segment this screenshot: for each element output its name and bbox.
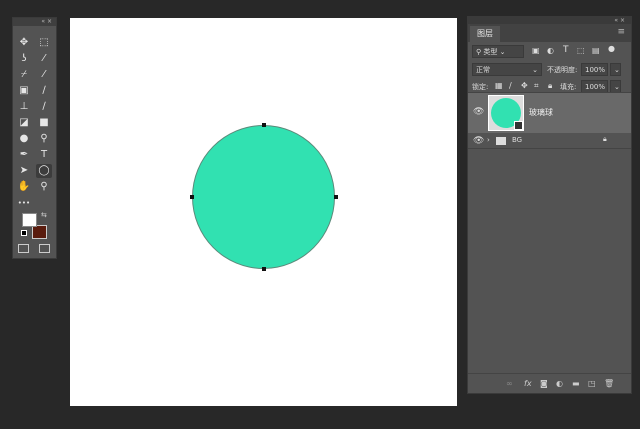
layers-bottom-bar: ∞ fx ◙ ◐ ▬ ◳ 🗑︎ xyxy=(468,373,631,393)
filter-smart-object-icon[interactable]: ▤ xyxy=(592,46,600,55)
filter-pixel-icon[interactable]: ▣ xyxy=(532,46,540,55)
default-colors-icon[interactable] xyxy=(21,230,27,236)
quick-mask-icon[interactable] xyxy=(18,244,29,253)
filter-toggle-icon[interactable]: ● xyxy=(608,44,615,53)
lock-artboard-icon[interactable]: ⌗ xyxy=(534,81,539,91)
foreground-color-swatch[interactable] xyxy=(22,213,37,227)
hand-tool[interactable]: ✋ xyxy=(16,180,32,194)
crop-tool[interactable]: ⌿ xyxy=(16,68,32,82)
eyedropper-tool[interactable]: ⁄ xyxy=(36,68,52,82)
type-tool[interactable]: T xyxy=(36,148,52,162)
move-tool[interactable]: ✥ xyxy=(16,36,32,50)
fx-icon[interactable]: fx xyxy=(524,379,532,388)
opacity-label: 不透明度: xyxy=(547,66,578,74)
filter-shape-icon[interactable]: ⬚ xyxy=(577,46,585,55)
anchor-point-top[interactable] xyxy=(262,123,266,127)
lock-position-icon[interactable]: ✥ xyxy=(521,81,528,90)
magic-wand-tool[interactable]: ⁄ xyxy=(36,52,52,66)
blend-mode-select[interactable]: 正常 ⌄ xyxy=(472,63,542,76)
mask-icon[interactable]: ◙ xyxy=(540,379,548,388)
marquee-tool[interactable]: ⬚ xyxy=(36,36,52,50)
lock-image-icon[interactable]: ∕ xyxy=(509,81,512,90)
brush-tool[interactable]: ∕ xyxy=(36,84,52,98)
layer-row[interactable]: 👁︎ › BG 🔒︎ xyxy=(468,133,631,149)
lock-label: 锁定: xyxy=(472,83,489,91)
lasso-tool[interactable]: ʖ xyxy=(16,52,32,66)
opacity-dropdown[interactable]: ⌄ xyxy=(610,63,621,76)
layers-panel: « × 图层 ≡ ⚲ 类型 ⌄ ▣ ◐ T ⬚ ▤ ● 正常 ⌄ 不透明度: 10… xyxy=(467,16,632,394)
ellipse-shape[interactable] xyxy=(192,125,335,269)
tools-panel-header[interactable]: « × xyxy=(13,18,56,26)
gradient-tool[interactable]: ■ xyxy=(36,116,52,130)
screen-mode-icon[interactable] xyxy=(39,244,50,253)
more-tools[interactable]: ••• xyxy=(16,196,32,210)
layer-thumbnail xyxy=(488,95,524,131)
lock-transparent-icon[interactable]: ▦ xyxy=(495,81,503,90)
blend-mode-value: 正常 xyxy=(476,66,490,74)
visibility-eye-icon[interactable]: 👁︎ xyxy=(473,107,484,117)
background-color-swatch[interactable] xyxy=(32,225,47,239)
visibility-eye-icon[interactable]: 👁︎ xyxy=(473,136,484,146)
tools-panel: « × ✥ ⬚ ʖ ⁄ ⌿ ⁄ ▣ ∕ ⊥ ∕ ◪ ■ ● ⚲ ✒ T ➤ ◯ ✋ ⚲ ••• ⇆ xyxy=(12,17,57,259)
tab-layers[interactable]: 图层 xyxy=(470,26,500,42)
layer-name[interactable]: BG xyxy=(512,136,522,144)
filter-adjustment-icon[interactable]: ◐ xyxy=(547,46,554,55)
zoom-tool[interactable]: ⚲ xyxy=(36,180,52,194)
stamp-tool[interactable]: ⊥ xyxy=(16,100,32,114)
healing-tool[interactable]: ▣ xyxy=(16,84,32,98)
folder-icon[interactable]: ▬ xyxy=(572,379,580,388)
adjustment-icon[interactable]: ◐ xyxy=(556,379,563,388)
folder-icon xyxy=(496,137,506,145)
layer-row[interactable]: 👁︎ 玻璃球 xyxy=(468,93,631,133)
shape-layer-badge-icon xyxy=(514,121,523,130)
path-selection-tool[interactable]: ➤ xyxy=(16,164,32,178)
opacity-input[interactable]: 100% xyxy=(581,63,608,76)
anchor-point-right[interactable] xyxy=(334,195,338,199)
expand-chevron-icon[interactable]: › xyxy=(487,136,490,144)
filter-kind-value: 类型 xyxy=(483,48,498,56)
pen-tool[interactable]: ✒ xyxy=(16,148,32,162)
history-brush-tool[interactable]: ∕ xyxy=(36,100,52,114)
dodge-tool[interactable]: ⚲ xyxy=(36,132,52,146)
layer-lock-icon: 🔒︎ xyxy=(603,135,607,143)
anchor-point-bottom[interactable] xyxy=(262,267,266,271)
swap-colors-icon[interactable]: ⇆ xyxy=(41,211,47,219)
panel-header[interactable]: « × xyxy=(468,17,631,24)
eraser-tool[interactable]: ◪ xyxy=(16,116,32,130)
new-layer-icon[interactable]: ◳ xyxy=(588,379,596,388)
blur-tool[interactable]: ● xyxy=(16,132,32,146)
layer-name[interactable]: 玻璃球 xyxy=(529,107,553,118)
lock-all-icon[interactable]: 🔒︎ xyxy=(548,81,552,91)
link-icon[interactable]: ∞ xyxy=(506,379,513,388)
trash-icon[interactable]: 🗑︎ xyxy=(604,379,614,388)
filter-type-icon[interactable]: T xyxy=(563,45,569,55)
panel-menu-icon[interactable]: ≡ xyxy=(617,27,625,37)
ellipse-tool[interactable]: ◯ xyxy=(36,164,52,178)
fill-label: 填充: xyxy=(560,83,577,91)
anchor-point-left[interactable] xyxy=(190,195,194,199)
filter-kind-select[interactable]: ⚲ 类型 ⌄ xyxy=(472,45,524,58)
layers-list: 👁︎ 玻璃球 👁︎ › BG 🔒︎ xyxy=(468,92,631,374)
